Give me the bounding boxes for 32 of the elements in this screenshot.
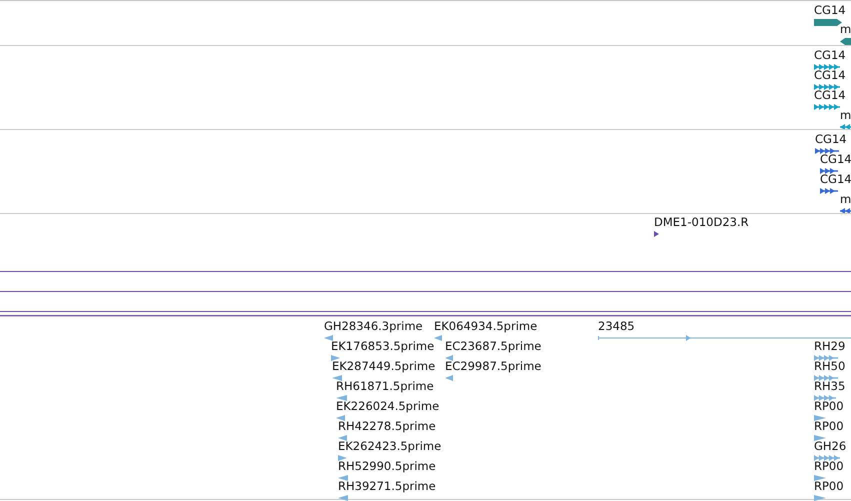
feature-label: RP00 xyxy=(814,479,844,493)
feature-label: m xyxy=(840,22,851,36)
feature-label: RH35 xyxy=(814,379,846,393)
feature-label: RP00 xyxy=(814,459,844,473)
feature-label: m xyxy=(840,108,851,122)
feature-label: RH52990.5prime xyxy=(338,459,436,473)
feature-label: GH28346.3prime xyxy=(324,319,423,333)
feature-label: GH26 xyxy=(814,439,846,453)
feature-label: CG14 xyxy=(814,48,846,62)
feature-label: EK287449.5prime xyxy=(332,359,436,373)
feature-label: EC29987.5prime xyxy=(445,359,542,373)
feature-label: RH39271.5prime xyxy=(338,479,436,493)
feature-label: RH61871.5prime xyxy=(336,379,434,393)
feature-label: EC23687.5prime xyxy=(445,339,542,353)
feature-label: CG14 xyxy=(815,132,847,146)
feature-label: CG14 xyxy=(814,3,846,17)
feature-label: RP00 xyxy=(814,399,844,413)
feature-label: EK064934.5prime xyxy=(434,319,538,333)
feature-label: RH42278.5prime xyxy=(338,419,436,433)
feature-label: CG14 xyxy=(814,88,846,102)
feature-label: CG14 xyxy=(820,172,851,186)
feature-label: DME1-010D23.R xyxy=(654,215,749,229)
feature-label: EK226024.5prime xyxy=(336,399,440,413)
feature-label: CG14 xyxy=(820,152,851,166)
feature-label: CG14 xyxy=(814,68,846,82)
feature-label: 23485 xyxy=(598,319,635,333)
feature-label: RH50 xyxy=(814,359,846,373)
feature-label: RP00 xyxy=(814,419,844,433)
feature-label: EK262423.5prime xyxy=(338,439,442,453)
feature-label: EK176853.5prime xyxy=(331,339,434,353)
feature-label: RH29 xyxy=(814,339,846,353)
feature-label: m xyxy=(840,192,851,206)
